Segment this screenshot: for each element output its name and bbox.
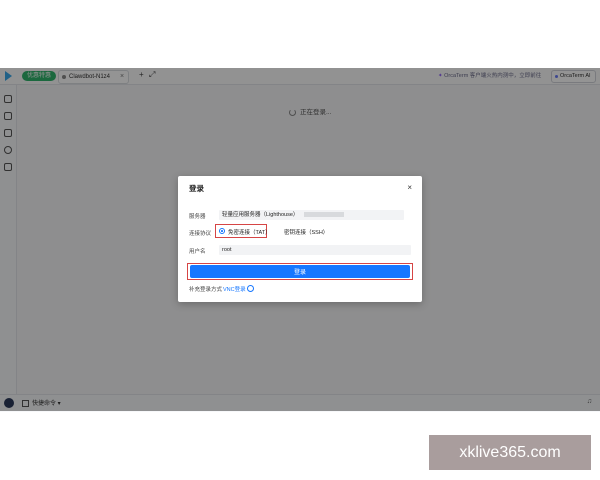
protocol-label: 连接协议 [189,231,212,237]
watermark: xklive365.com [429,435,591,470]
username-input[interactable] [219,245,411,255]
server-value: 轻量应用服务器（Lighthouse） [222,212,299,218]
vnc-login-link[interactable]: VNC登录 [223,285,246,293]
option-tat-label[interactable]: 免密连接（TAT） [228,228,271,236]
extra-login-label: 补充登录方式 [189,287,223,293]
option-ssh-label[interactable]: 密钥连接（SSH） [284,228,328,236]
server-label: 服务器 [189,214,206,220]
dialog-title: 登录 [189,184,204,193]
masked-ip [304,212,345,218]
login-button[interactable]: 登录 [190,265,410,278]
server-select[interactable]: 轻量应用服务器（Lighthouse） [219,210,404,220]
username-label: 用户名 [189,249,206,255]
login-dialog: 登录 × 服务器 轻量应用服务器（Lighthouse） 连接协议 免密连接（T… [178,176,422,302]
radio-tat[interactable] [219,228,225,234]
help-icon[interactable] [247,285,254,292]
close-icon[interactable]: × [407,183,412,192]
